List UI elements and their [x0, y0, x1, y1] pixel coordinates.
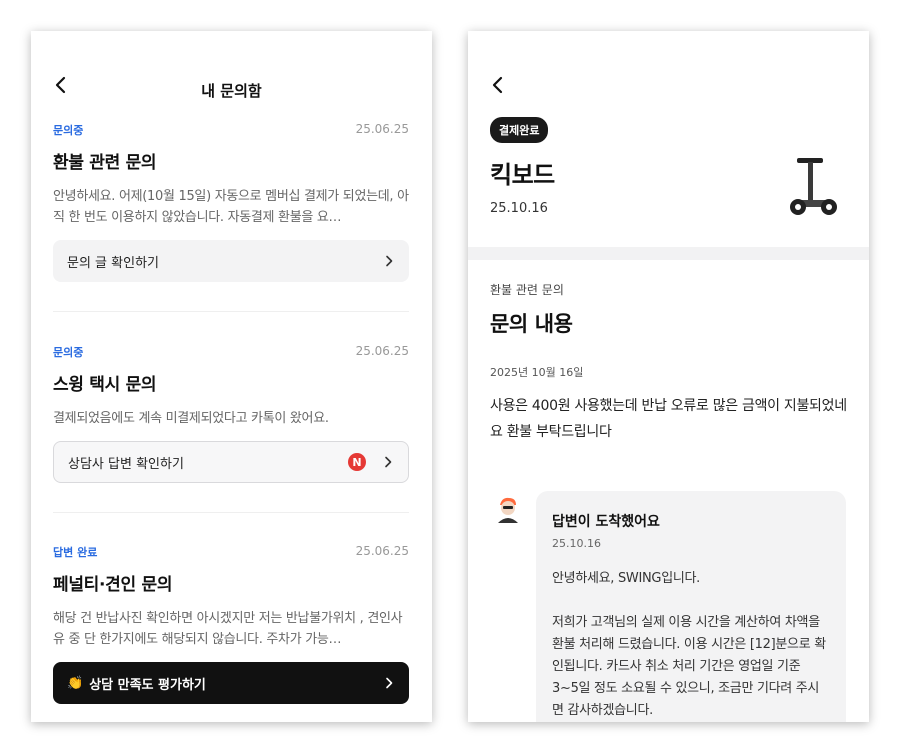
inquiry-card: 문의중 25.06.25 스윙 택시 문의 결제되었음에도 계속 미결제되었다고… — [53, 344, 409, 483]
inquiry-card: 답변 완료 25.06.25 페널티·견인 문의 해당 건 반납사진 확인하면 … — [53, 544, 409, 704]
chevron-right-icon — [386, 677, 393, 689]
inquiry-preview: 안녕하세요. 어제(10월 15일) 자동으로 멤버십 결제가 되었는데, 아직… — [53, 189, 409, 225]
view-inquiry-button[interactable]: 문의 글 확인하기 — [53, 240, 409, 282]
page-title: 내 문의함 — [201, 82, 262, 100]
answer-body: 안녕하세요, SWING입니다. 저희가 고객님의 실제 이용 시간을 계산하여… — [552, 571, 826, 718]
inquiry-content: 사용은 400원 사용했는데 반납 오류로 많은 금액이 지불되었네요 환불 부… — [490, 398, 847, 440]
button-label: 상담사 답변 확인하기 — [68, 456, 184, 472]
inquiry-preview: 해당 건 반납사진 확인하면 아시겠지만 저는 반납불가위치 , 견인사유 중 … — [53, 611, 403, 647]
inquiry-detail-screen: 결제완료 킥보드 25.10.16 환불 관련 문의 문의 내용 2025년 1… — [468, 31, 869, 722]
inquiry-title: 스윙 택시 문의 — [53, 375, 157, 395]
inquiry-date: 25.06.25 — [355, 344, 409, 358]
product-date: 25.10.16 — [490, 201, 548, 216]
section-divider — [468, 247, 869, 260]
inquiry-list-screen: 내 문의함 문의중 25.06.25 환불 관련 문의 안녕하세요. 어제(10… — [31, 31, 432, 722]
new-badge: N — [348, 453, 366, 471]
payment-status-badge: 결제완료 — [490, 117, 549, 143]
product-name: 킥보드 — [490, 161, 555, 189]
inquiry-date: 25.06.25 — [355, 544, 409, 558]
divider — [53, 311, 409, 312]
inquiry-heading: 문의 내용 — [490, 312, 573, 336]
chevron-right-icon — [386, 255, 393, 267]
chevron-left-icon — [492, 76, 503, 94]
answer-title: 답변이 도착했어요 — [552, 514, 660, 530]
divider — [53, 512, 409, 513]
view-answer-button[interactable]: 상담사 답변 확인하기 N — [53, 441, 409, 483]
back-button[interactable] — [488, 75, 508, 95]
inquiry-date: 2025년 10월 16일 — [490, 366, 584, 379]
inquiry-card: 문의중 25.06.25 환불 관련 문의 안녕하세요. 어제(10월 15일)… — [53, 122, 409, 282]
kickboard-icon — [790, 158, 837, 215]
chevron-right-icon — [385, 456, 392, 468]
clap-icon: 👏 — [67, 675, 84, 691]
answer-date: 25.10.16 — [552, 537, 601, 550]
inquiry-category: 환불 관련 문의 — [490, 283, 564, 297]
inquiry-title: 환불 관련 문의 — [53, 153, 157, 173]
inquiry-preview: 결제되었음에도 계속 미결제되었다고 카톡이 왔어요. — [53, 411, 329, 426]
button-label: 문의 글 확인하기 — [67, 255, 159, 271]
rate-consultation-button[interactable]: 👏 상담 만족도 평가하기 — [53, 662, 409, 704]
button-label: 상담 만족도 평가하기 — [89, 677, 206, 693]
agent-avatar — [492, 493, 524, 525]
inquiry-date: 25.06.25 — [355, 122, 409, 136]
inquiry-title: 페널티·견인 문의 — [53, 575, 173, 595]
answer-card: 답변이 도착했어요 25.10.16 안녕하세요, SWING입니다. 저희가 … — [536, 491, 846, 722]
